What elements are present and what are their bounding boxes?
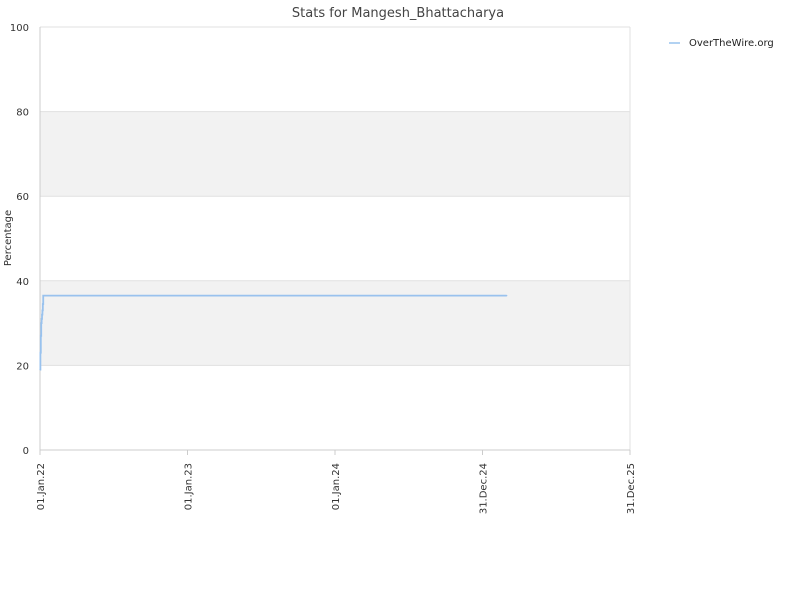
y-tick-label: 60 [16,192,29,203]
y-tick-label: 20 [16,361,29,372]
chart: Stats for Mangesh_Bhattacharya 0 20 40 60 80… [0,0,800,600]
chart-title: Stats for Mangesh_Bhattacharya [292,6,504,21]
plot-area: 0 20 40 60 80 100 01.Jan.22 01.Jan.23 01.Jan.24 3… [10,23,637,514]
data-point [506,295,508,297]
data-point [40,322,42,324]
plot-band [40,280,630,366]
y-axis-label: Percentage [3,210,14,266]
data-point [39,352,42,354]
legend: OverTheWire.org [669,38,774,49]
data-point [40,326,42,328]
legend-label: OverTheWire.org [689,38,774,49]
x-tick-label: 31.Dec.24 [479,463,490,514]
x-tick-label: 31.Dec.25 [626,463,637,514]
data-point [42,303,44,305]
y-tick-label: 40 [16,277,29,288]
data-point [40,335,42,337]
data-point [41,309,44,312]
data-point [42,295,44,297]
y-tick-label: 80 [16,108,29,119]
data-point [40,343,42,345]
data-point [41,318,43,320]
y-tick-label: 100 [10,23,29,34]
plot-band [40,111,630,197]
y-tick-label: 0 [23,446,29,457]
data-point [39,369,41,371]
chart-svg: Stats for Mangesh_Bhattacharya 0 20 40 60 80… [3,6,774,514]
x-tick-label: 01.Jan.23 [184,463,195,510]
x-tick-label: 01.Jan.24 [331,463,342,510]
data-point [41,314,43,316]
data-point [39,360,42,362]
x-tick-label: 01.Jan.22 [36,463,47,510]
